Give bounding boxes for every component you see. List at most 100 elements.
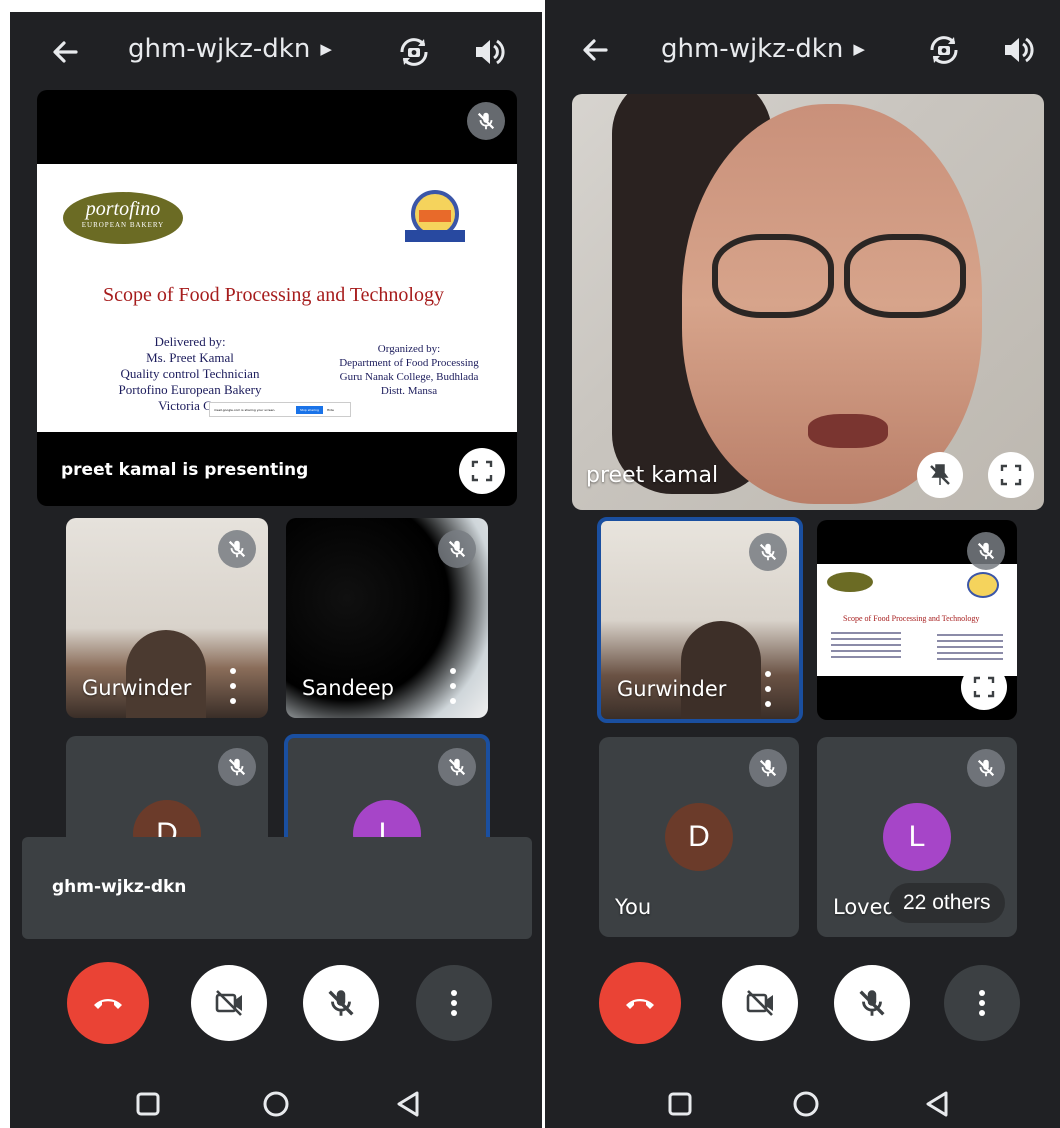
fullscreen-icon [471, 460, 493, 482]
triangle-back-icon[interactable] [919, 1086, 955, 1122]
mic-off-icon [859, 990, 885, 1016]
camera-toggle-button[interactable] [191, 965, 267, 1041]
participant-name: Sandeep [302, 676, 395, 700]
bakery-logo-text: portofino [85, 198, 161, 220]
camera-toggle-button[interactable] [722, 965, 798, 1041]
presenter-company: Portofino European Bakery [118, 382, 262, 397]
mic-toggle-button[interactable] [834, 965, 910, 1041]
others-count-chip[interactable]: 22 others [889, 883, 1005, 923]
right-screen: ghm-wjkz-dkn ▶ preet kamal Gurwinder Scop… [545, 0, 1060, 1128]
slide-text-lines [831, 632, 901, 662]
mic-off-icon [477, 112, 495, 130]
bakery-logo [827, 572, 873, 592]
meeting-title[interactable]: ghm-wjkz-dkn ▶ [128, 34, 332, 64]
top-bar: ghm-wjkz-dkn ▶ [10, 12, 542, 96]
fullscreen-button[interactable] [459, 448, 505, 494]
more-vert-icon[interactable] [444, 666, 462, 706]
mic-toggle-button[interactable] [303, 965, 379, 1041]
presenter-name: Ms. Preet Kamal [146, 350, 234, 365]
participant-tile-l[interactable]: L Loved 22 others [817, 737, 1017, 937]
fullscreen-button[interactable] [961, 664, 1007, 710]
mic-off-icon [977, 759, 995, 777]
avatar: L [883, 803, 951, 871]
meeting-info-toast[interactable]: ghm-wjkz-dkn [22, 837, 532, 939]
end-call-button[interactable] [599, 962, 681, 1044]
bakery-logo: portofino EUROPEAN BAKERY [63, 192, 183, 244]
left-screen: ghm-wjkz-dkn ▶ portofino EUROPEAN BAKERY … [10, 12, 542, 1128]
college-seal-icon [967, 572, 999, 598]
triangle-back-icon[interactable] [390, 1086, 426, 1122]
participant-name: Gurwinder [617, 677, 727, 701]
more-vert-icon[interactable] [224, 666, 242, 706]
mic-off-badge [438, 530, 476, 568]
more-vert-icon[interactable] [759, 669, 777, 709]
participant-video [681, 621, 761, 719]
more-vert-icon [973, 988, 991, 1018]
screen-share-bar: meet.google.com is sharing your screen. … [209, 402, 351, 417]
meeting-code: ghm-wjkz-dkn [661, 34, 844, 64]
mic-off-badge [218, 748, 256, 786]
fullscreen-icon [1000, 464, 1022, 486]
presentation-thumbnail[interactable]: Scope of Food Processing and Technology [817, 520, 1017, 720]
back-arrow-icon[interactable] [46, 32, 86, 72]
square-icon[interactable] [662, 1086, 698, 1122]
share-notice: meet.google.com is sharing your screen. [214, 407, 276, 412]
mic-off-icon [448, 758, 466, 776]
android-nav-bar [10, 1074, 542, 1128]
camera-switch-icon[interactable] [394, 32, 434, 72]
participant-tile-gurwinder[interactable]: Gurwinder [66, 518, 268, 718]
stop-sharing-button: Stop sharing [296, 405, 323, 414]
participant-name: You [615, 895, 652, 919]
organizer-college: Guru Nanak College, Budhlada [339, 371, 479, 383]
presentation-tile[interactable]: portofino EUROPEAN BAKERY Scope of Food … [37, 90, 517, 506]
presenter-role: Quality control Technician [120, 366, 260, 381]
pin-off-icon [930, 464, 950, 485]
fullscreen-button[interactable] [988, 452, 1034, 498]
speaker-mouth [808, 414, 888, 448]
hide-button: Hide [326, 407, 334, 412]
end-call-icon [94, 999, 122, 1009]
shared-slide-thumb: Scope of Food Processing and Technology [817, 564, 1017, 676]
unpin-button[interactable] [917, 452, 963, 498]
participant-name: Loved [833, 895, 896, 919]
organized-by-label: Organized by: [377, 343, 441, 355]
mic-off-icon [228, 758, 246, 776]
meeting-title[interactable]: ghm-wjkz-dkn ▶ [661, 34, 865, 64]
glasses-left [712, 234, 834, 318]
mic-off-badge [749, 533, 787, 571]
mic-off-icon [448, 540, 466, 558]
speaker-icon[interactable] [468, 32, 508, 72]
mic-off-badge [467, 102, 505, 140]
slide-text-lines [937, 634, 1003, 660]
presenting-status: preet kamal is presenting [61, 460, 309, 480]
mic-off-badge [218, 530, 256, 568]
slide-title: Scope of Food Processing and Technology [843, 614, 980, 623]
camera-off-icon [215, 990, 242, 1016]
bakery-logo-sub: EUROPEAN BAKERY [81, 221, 165, 229]
participant-name: Gurwinder [82, 676, 192, 700]
speaker-icon[interactable] [997, 30, 1037, 70]
participant-tile-sandeep[interactable]: Sandeep [286, 518, 488, 718]
more-options-button[interactable] [416, 965, 492, 1041]
delivered-by-label: Delivered by: [154, 334, 226, 349]
main-speaker-tile[interactable]: preet kamal [572, 94, 1044, 510]
meeting-code: ghm-wjkz-dkn [128, 34, 311, 64]
square-icon[interactable] [130, 1086, 166, 1122]
camera-off-icon [746, 990, 773, 1016]
speaker-name: preet kamal [586, 463, 719, 488]
mic-off-icon [228, 540, 246, 558]
more-options-button[interactable] [944, 965, 1020, 1041]
end-call-button[interactable] [67, 962, 149, 1044]
mic-off-icon [759, 759, 777, 777]
participant-video [126, 630, 206, 718]
camera-switch-icon[interactable] [924, 30, 964, 70]
slide-title: Scope of Food Processing and Technology [103, 284, 444, 306]
toast-text: ghm-wjkz-dkn [52, 877, 187, 897]
shared-slide: portofino EUROPEAN BAKERY Scope of Food … [37, 164, 517, 432]
participant-tile-you[interactable]: D You [599, 737, 799, 937]
circle-icon[interactable] [788, 1086, 824, 1122]
circle-icon[interactable] [258, 1086, 294, 1122]
back-arrow-icon[interactable] [576, 30, 616, 70]
participant-tile-gurwinder[interactable]: Gurwinder [597, 517, 803, 723]
avatar: D [665, 803, 733, 871]
